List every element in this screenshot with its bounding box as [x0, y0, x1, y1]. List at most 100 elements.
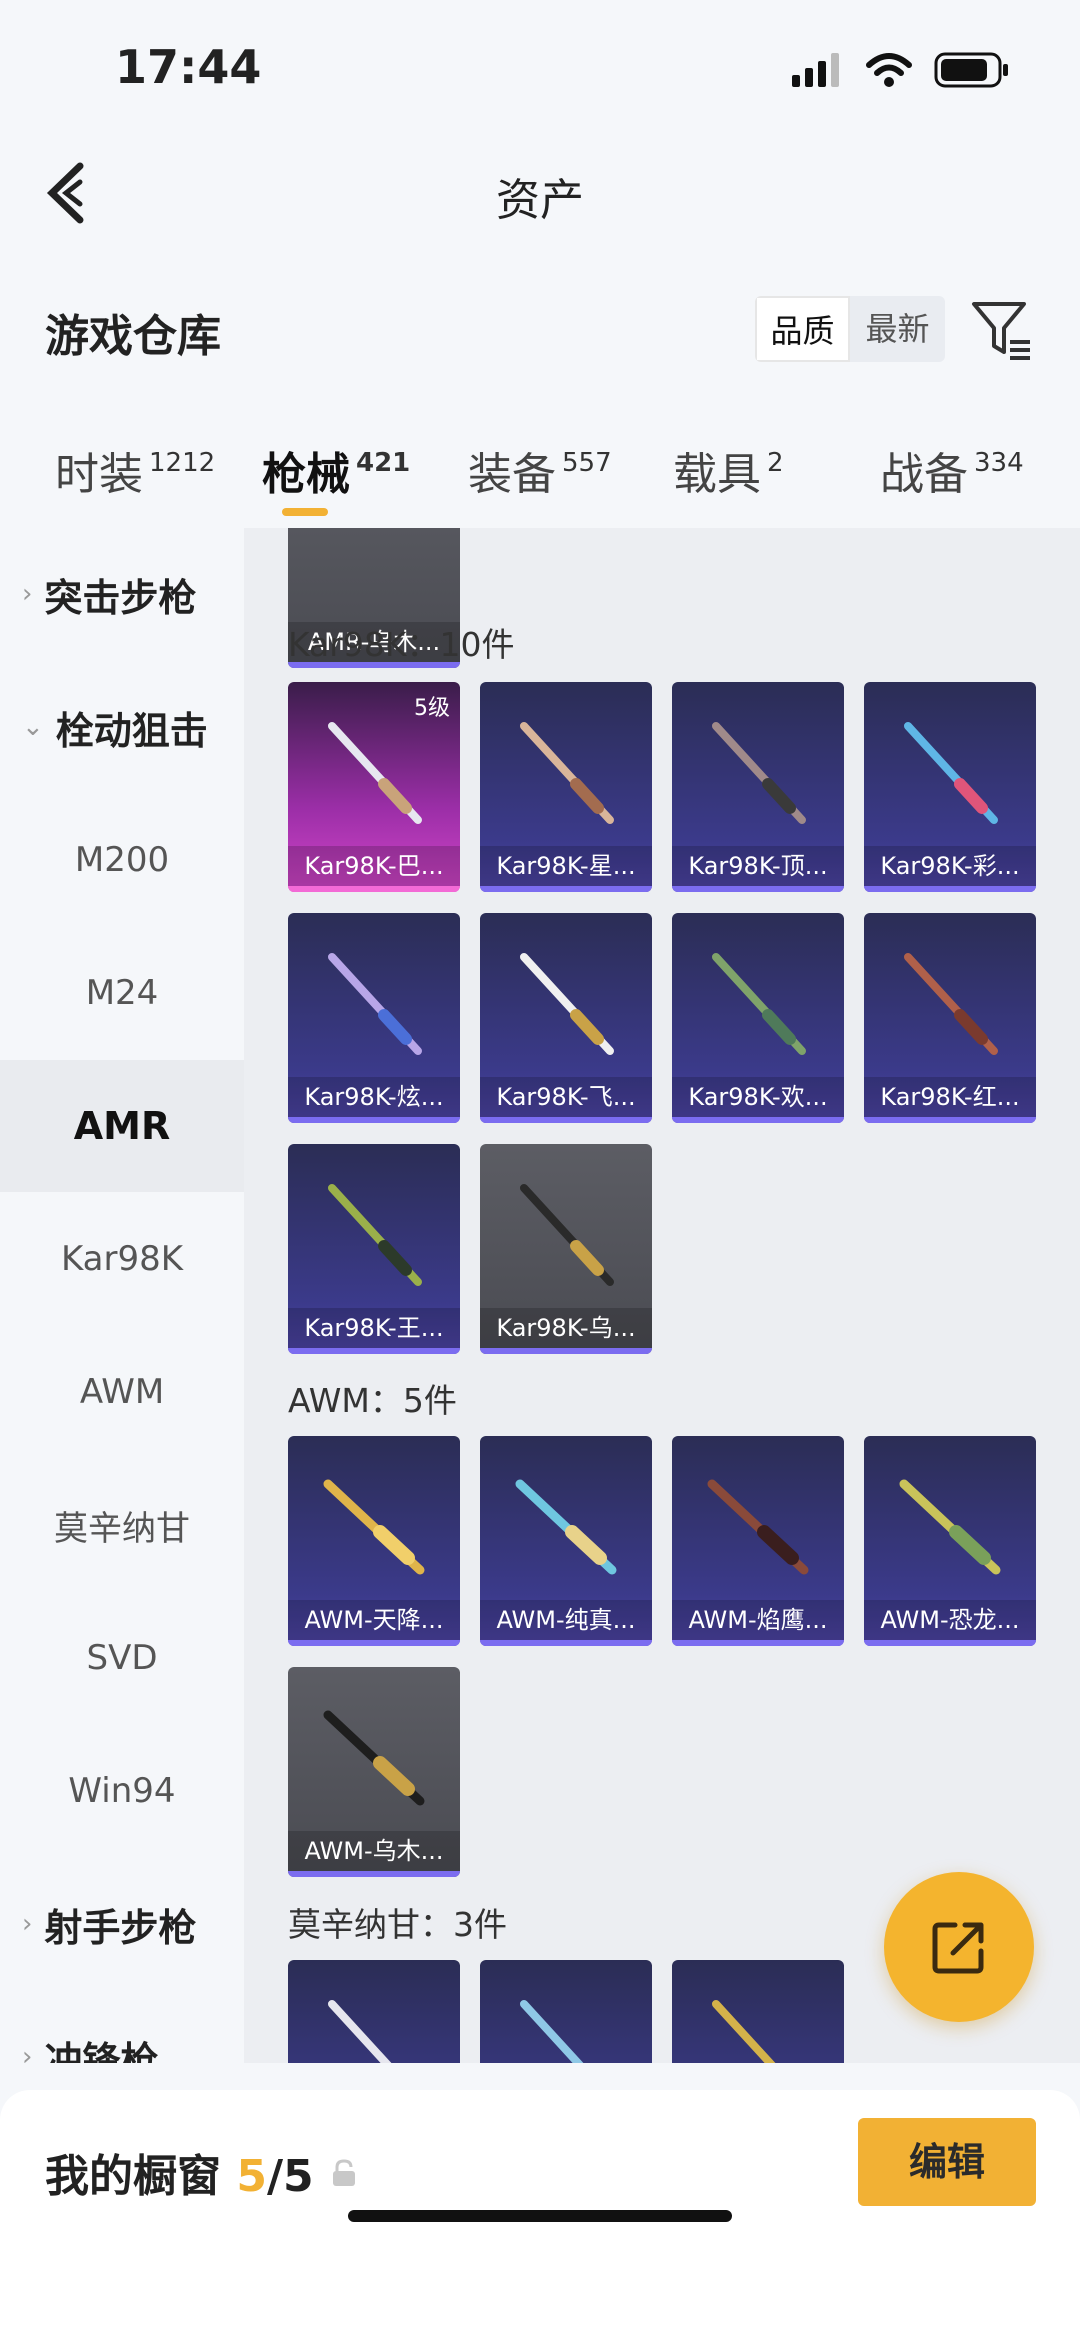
weapon-card[interactable]: Kar98K-顶... [672, 682, 844, 892]
weapon-grid: AMR-乌木... Kar98K：10件 5级 Kar98K-巴... Kar9… [244, 528, 1080, 2063]
tab-equipment[interactable]: 装备 557 [468, 438, 612, 502]
rarity-bar [288, 1640, 460, 1646]
rarity-bar [672, 1640, 844, 1646]
sidebar-label: 冲锋枪 [44, 2038, 159, 2064]
share-out-icon [932, 1922, 984, 1974]
filter-icon[interactable] [970, 298, 1034, 362]
sidebar-group-marksman-rifle[interactable]: › 射手步枪 [0, 1858, 244, 1990]
weapon-card[interactable]: AWM-天降... [288, 1436, 460, 1646]
sort-toggle: 品质 最新 [755, 296, 945, 362]
home-indicator [348, 2210, 732, 2222]
weapon-name: Kar98K-顶... [672, 846, 844, 886]
section-title-kar98k: Kar98K：10件 [288, 625, 515, 664]
rifle-icon [323, 1710, 425, 1806]
sidebar-group-assault-rifle[interactable]: › 突击步枪 [0, 528, 244, 660]
showcase-used-count: 5 [236, 2151, 267, 2202]
showcase-title: 我的橱窗 5/5 [45, 2140, 314, 2204]
weapon-name: Kar98K-炫... [288, 1077, 460, 1117]
tab-label: 时装 [55, 449, 143, 500]
rifle-icon [904, 953, 998, 1055]
weapon-card[interactable] [672, 1960, 844, 2063]
rifle-icon [520, 722, 614, 824]
weapon-name: Kar98K-红... [864, 1077, 1036, 1117]
chevron-right-icon: › [22, 1909, 33, 1939]
active-tab-indicator [282, 508, 328, 516]
sidebar-item-amr[interactable]: AMR [0, 1060, 244, 1192]
weapon-card[interactable] [288, 1960, 460, 2063]
rifle-icon [899, 1479, 1001, 1575]
tab-vehicles[interactable]: 载具 2 [673, 438, 784, 502]
section-title-awm: AWM：5件 [288, 1381, 457, 1420]
rifle-icon [328, 1184, 422, 1286]
battery-icon [934, 52, 1008, 88]
weapon-name: Kar98K-乌... [480, 1308, 652, 1348]
sort-latest-button[interactable]: 最新 [850, 296, 945, 362]
weapon-card[interactable]: Kar98K-星... [480, 682, 652, 892]
weapon-name: AWM-纯真... [480, 1600, 652, 1640]
status-bar: 17:44 [0, 0, 1080, 140]
rifle-icon [520, 1184, 614, 1286]
showcase-total-count: /5 [266, 2151, 314, 2202]
nav-bar: 资产 [0, 140, 1080, 250]
section-title-mosin: 莫辛纳甘：3件 [288, 1905, 507, 1944]
rarity-bar [288, 1871, 460, 1877]
rarity-bar [864, 1117, 1036, 1123]
weapon-card[interactable]: Kar98K-彩... [864, 682, 1036, 892]
weapon-card[interactable]: Kar98K-红... [864, 913, 1036, 1123]
chevron-right-icon: › [22, 579, 33, 609]
page-title: 资产 [496, 175, 584, 226]
tab-count: 2 [767, 448, 784, 478]
sort-quality-button[interactable]: 品质 [755, 296, 850, 362]
rifle-icon [707, 1479, 809, 1575]
tab-count: 334 [974, 448, 1024, 478]
weapon-card[interactable]: AWM-恐龙... [864, 1436, 1036, 1646]
tab-firearms[interactable]: 枪械 421 [262, 438, 410, 502]
rarity-bar [288, 1348, 460, 1354]
weapon-card[interactable] [480, 1960, 652, 2063]
rarity-bar [480, 1117, 652, 1123]
sidebar-item-win94[interactable]: Win94 [0, 1725, 244, 1857]
sidebar-item-m200[interactable]: M200 [0, 794, 244, 926]
sidebar-label: 栓动狙击 [55, 708, 208, 753]
sidebar-item-kar98k[interactable]: Kar98K [0, 1193, 244, 1325]
sidebar-item-mosin[interactable]: 莫辛纳甘 [0, 1459, 244, 1591]
weapon-name: AWM-焰鹰... [672, 1600, 844, 1640]
sidebar-item-svd[interactable]: SVD [0, 1592, 244, 1724]
sidebar-group-bolt-sniper[interactable]: ⌄ 栓动狙击 [0, 661, 244, 793]
weapon-type-sidebar: › 突击步枪 ⌄ 栓动狙击 M200 M24 AMR Kar98K AWM 莫辛纳甘… [0, 528, 244, 2063]
weapon-card[interactable]: Kar98K-炫... [288, 913, 460, 1123]
weapon-name: AWM-乌木... [288, 1831, 460, 1871]
lock-icon [333, 2159, 355, 2186]
tab-count: 1212 [149, 448, 216, 478]
weapon-card[interactable]: 5级 Kar98K-巴... [288, 682, 460, 892]
sidebar-item-m24[interactable]: M24 [0, 927, 244, 1059]
edit-button[interactable]: 编辑 [858, 2118, 1036, 2206]
weapon-card[interactable]: AWM-纯真... [480, 1436, 652, 1646]
chevron-right-icon: › [22, 2042, 33, 2063]
rifle-icon [520, 953, 614, 1055]
weapon-name: AWM-天降... [288, 1600, 460, 1640]
category-tabs: 时装 1212 枪械 421 装备 557 载具 2 战备 334 [0, 420, 1080, 520]
rifle-icon [712, 953, 806, 1055]
rifle-icon [712, 2000, 776, 2063]
weapon-card[interactable]: Kar98K-王... [288, 1144, 460, 1354]
weapon-card[interactable]: Kar98K-飞... [480, 913, 652, 1123]
tab-gear[interactable]: 战备 334 [880, 438, 1024, 502]
tab-label: 枪械 [262, 449, 350, 500]
tab-fashion[interactable]: 时装 1212 [55, 438, 215, 502]
sidebar-item-awm[interactable]: AWM [0, 1326, 244, 1458]
weapon-card[interactable]: AWM-焰鹰... [672, 1436, 844, 1646]
sidebar-label: 射手步枪 [44, 1905, 197, 1950]
rarity-bar [672, 886, 844, 892]
weapon-name: Kar98K-彩... [864, 846, 1036, 886]
rarity-bar [864, 1640, 1036, 1646]
weapon-card[interactable]: AWM-乌木... [288, 1667, 460, 1877]
share-out-button[interactable] [884, 1872, 1034, 2022]
tab-label: 战备 [880, 449, 968, 500]
sidebar-group-smg[interactable]: › 冲锋枪 [0, 1991, 244, 2064]
rifle-icon [328, 722, 422, 824]
weapon-card[interactable]: Kar98K-乌... [480, 1144, 652, 1354]
weapon-name: Kar98K-巴... [288, 846, 460, 886]
weapon-card[interactable]: Kar98K-欢... [672, 913, 844, 1123]
rifle-icon [515, 1479, 617, 1575]
